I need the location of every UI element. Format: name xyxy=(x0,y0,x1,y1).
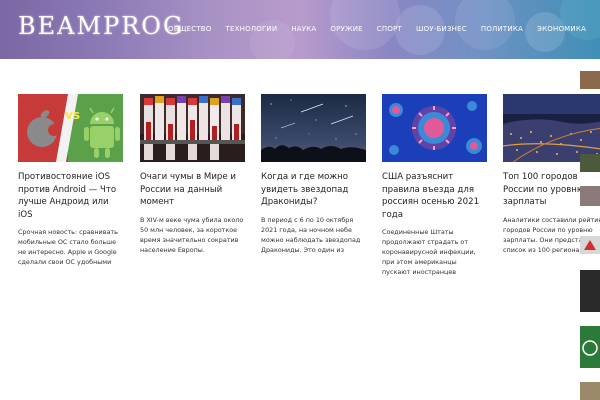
article-card[interactable]: vs Противостояние iOS против Android — Ч… xyxy=(18,94,123,267)
article-card[interactable]: Топ 100 городов России по уровню зарплат… xyxy=(503,94,600,255)
article-title[interactable]: Очаги чумы в Мире и России на данный мом… xyxy=(140,171,245,209)
city-night-image xyxy=(503,94,600,162)
article-title[interactable]: Противостояние iOS против Android — Что … xyxy=(18,171,123,221)
nav-item-science[interactable]: НАУКА xyxy=(291,25,316,33)
nav-item-politics[interactable]: ПОЛИТИКА xyxy=(481,25,523,33)
sidebar-thumbnail[interactable] xyxy=(580,71,600,89)
article-excerpt: В XIV-м веке чума убила около 50 млн чел… xyxy=(140,215,244,254)
ios-vs-android-image xyxy=(18,94,123,162)
article-thumbnail[interactable] xyxy=(382,94,487,162)
article-title[interactable]: США разъяснит правила въезда для россиян… xyxy=(382,171,487,221)
sidebar-thumbnail[interactable] xyxy=(580,270,600,312)
article-thumbnail[interactable] xyxy=(140,94,245,162)
article-excerpt: Соединенные Штаты продолжают страдать от… xyxy=(382,228,476,276)
test-tubes-image xyxy=(140,94,245,162)
nav-item-technology[interactable]: ТЕХНОЛОГИИ xyxy=(226,25,278,33)
vs-label: vs xyxy=(65,108,80,122)
sidebar-thumbnail[interactable] xyxy=(580,326,600,368)
main-nav: ОБЩЕСТВО ТЕХНОЛОГИИ НАУКА ОРУЖИЕ СПОРТ Ш… xyxy=(154,25,586,33)
whatsapp-icon xyxy=(582,340,598,356)
sidebar-thumbnail[interactable] xyxy=(580,154,600,172)
site-header: BEAMPROG ОБЩЕСТВО ТЕХНОЛОГИИ НАУКА ОРУЖИ… xyxy=(0,0,600,59)
article-thumbnail[interactable] xyxy=(503,94,600,162)
nav-item-economy[interactable]: ЭКОНОМИКА xyxy=(537,25,586,33)
sidebar-thumbnail[interactable] xyxy=(580,186,600,206)
article-excerpt: В период с 6 по 10 октября 2021 года, на… xyxy=(261,215,361,254)
article-title[interactable]: Когда и где можно увидеть звездопад Драк… xyxy=(261,171,366,209)
article-thumbnail[interactable] xyxy=(261,94,366,162)
nav-item-weapons[interactable]: ОРУЖИЕ xyxy=(330,25,362,33)
sidebar-thumbnail[interactable] xyxy=(580,382,600,400)
article-excerpt: Срочная новость: сравнивать мобильные ОС… xyxy=(18,228,118,266)
article-grid: vs Противостояние iOS против Android — Ч… xyxy=(18,94,600,400)
article-card[interactable]: Очаги чумы в Мире и России на данный мом… xyxy=(140,94,245,255)
article-card[interactable]: Когда и где можно увидеть звездопад Драк… xyxy=(261,94,366,255)
header-bokeh xyxy=(560,0,600,40)
virus-image xyxy=(382,94,487,162)
nav-item-sport[interactable]: СПОРТ xyxy=(377,25,402,33)
article-card[interactable]: США разъяснит правила въезда для россиян… xyxy=(382,94,487,277)
nav-item-society[interactable]: ОБЩЕСТВО xyxy=(168,25,211,33)
article-thumbnail[interactable]: vs xyxy=(18,94,123,162)
nav-item-showbiz[interactable]: ШОУ-БИЗНЕС xyxy=(416,25,467,33)
sidebar-thumbnail[interactable] xyxy=(580,236,600,254)
night-sky-image xyxy=(261,94,366,162)
red-figure-icon xyxy=(584,240,596,250)
